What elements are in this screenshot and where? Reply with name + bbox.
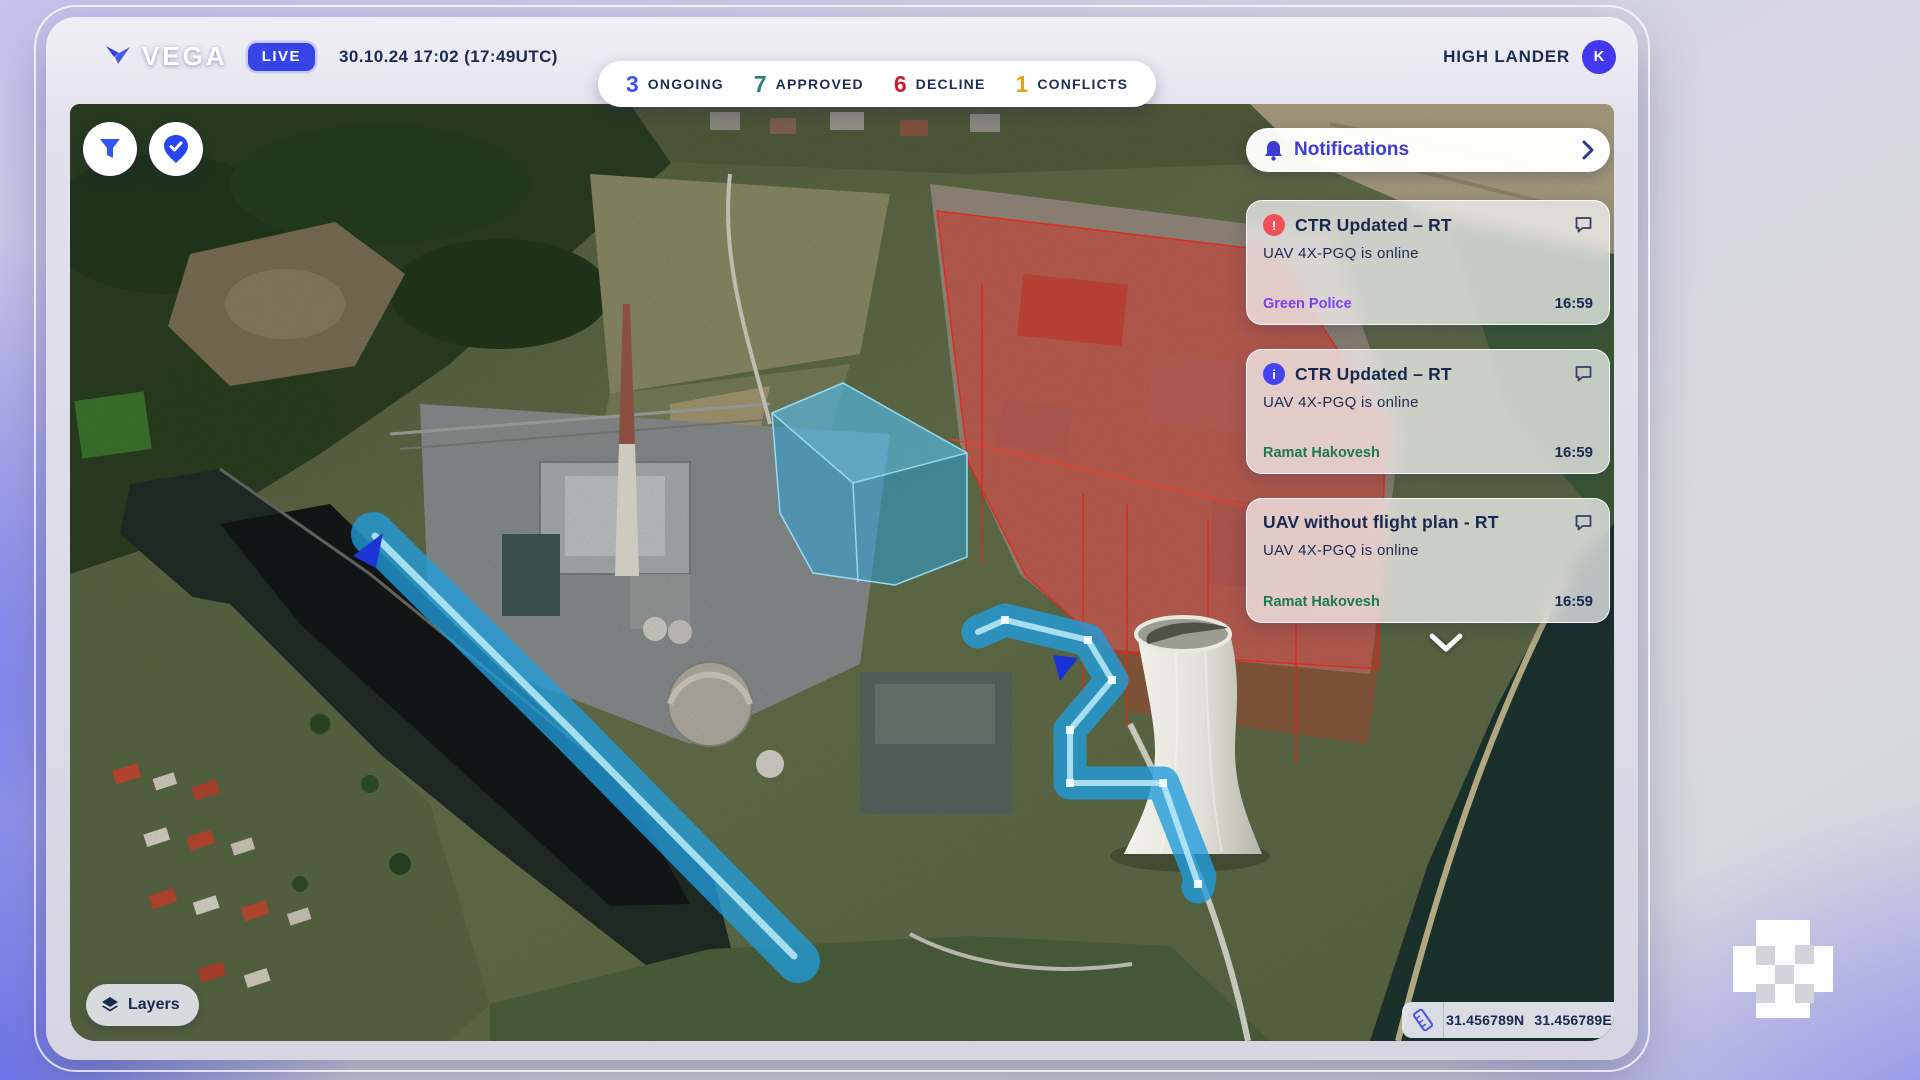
app-window: VEGA LIVE 30.10.24 17:02 (17:49UTC) HIGH… xyxy=(46,17,1638,1060)
notification-time: 16:59 xyxy=(1555,444,1593,461)
notification-title: UAV without flight plan - RT xyxy=(1263,512,1564,533)
notification-title: CTR Updated – RT xyxy=(1295,215,1564,236)
notification-card[interactable]: i CTR Updated – RT UAV 4X-PGQ is online … xyxy=(1246,349,1610,474)
notification-source: Ramat Hakovesh xyxy=(1263,594,1380,610)
vega-logo: VEGA xyxy=(104,41,228,72)
layers-label: Layers xyxy=(128,996,180,1014)
latitude-value: 31.456789N xyxy=(1446,1012,1524,1028)
notification-time: 16:59 xyxy=(1555,295,1593,312)
stat-conflicts[interactable]: 1 CONFLICTS xyxy=(1016,71,1129,98)
funnel-icon xyxy=(97,136,123,162)
layers-button[interactable]: Layers xyxy=(86,984,199,1026)
coordinates-readout: 31.456789N 31.456789E xyxy=(1402,1002,1614,1038)
stat-conflicts-label: CONFLICTS xyxy=(1037,76,1128,92)
stat-decline[interactable]: 6 DECLINE xyxy=(894,71,986,98)
alert-badge-icon: ! xyxy=(1263,214,1285,236)
live-badge: LIVE xyxy=(248,43,315,71)
notification-card[interactable]: ! CTR Updated – RT UAV 4X-PGQ is online … xyxy=(1246,200,1610,325)
stat-approved-count: 7 xyxy=(754,71,767,98)
user-name: HIGH LANDER xyxy=(1443,47,1570,67)
notification-card[interactable]: UAV without flight plan - RT UAV 4X-PGQ … xyxy=(1246,498,1610,623)
vega-bird-icon xyxy=(104,44,132,70)
notification-title: CTR Updated – RT xyxy=(1295,364,1564,385)
chat-icon[interactable] xyxy=(1574,216,1593,234)
notifications-panel: Notifications ! CTR Updated – RT UAV 4X-… xyxy=(1246,128,1610,623)
stat-approved-label: APPROVED xyxy=(776,76,864,92)
chat-icon[interactable] xyxy=(1574,514,1593,532)
stat-approved[interactable]: 7 APPROVED xyxy=(754,71,864,98)
mission-stats-bar: 3 ONGOING 7 APPROVED 6 DECLINE 1 CONFLIC… xyxy=(598,61,1156,107)
chevron-down-icon[interactable] xyxy=(1428,632,1464,654)
info-badge-icon: i xyxy=(1263,363,1285,385)
bell-icon xyxy=(1264,140,1283,161)
ruler-icon xyxy=(1413,1009,1433,1031)
pin-check-icon xyxy=(162,134,190,164)
ruler-button[interactable] xyxy=(1402,1002,1444,1038)
notification-message: UAV 4X-PGQ is online xyxy=(1263,542,1593,559)
map-canvas[interactable]: Notifications ! CTR Updated – RT UAV 4X-… xyxy=(70,104,1614,1041)
notification-message: UAV 4X-PGQ is online xyxy=(1263,394,1593,411)
checkered-logo xyxy=(1733,920,1833,1018)
brand-name: VEGA xyxy=(142,41,228,72)
datetime-label: 30.10.24 17:02 (17:49UTC) xyxy=(339,47,558,67)
notification-time: 16:59 xyxy=(1555,593,1593,610)
verify-location-button[interactable] xyxy=(149,122,203,176)
notification-source: Ramat Hakovesh xyxy=(1263,445,1380,461)
stat-decline-count: 6 xyxy=(894,71,907,98)
chevron-right-icon[interactable] xyxy=(1582,140,1594,160)
longitude-value: 31.456789E xyxy=(1534,1012,1612,1028)
stat-conflicts-count: 1 xyxy=(1016,71,1029,98)
notification-message: UAV 4X-PGQ is online xyxy=(1263,245,1593,262)
stat-ongoing-count: 3 xyxy=(626,71,639,98)
notification-source: Green Police xyxy=(1263,296,1352,312)
notifications-title: Notifications xyxy=(1294,139,1409,161)
chat-icon[interactable] xyxy=(1574,365,1593,383)
notifications-header[interactable]: Notifications xyxy=(1246,128,1610,172)
stat-decline-label: DECLINE xyxy=(916,76,986,92)
filter-button[interactable] xyxy=(83,122,137,176)
user-avatar[interactable]: K xyxy=(1582,40,1616,74)
layers-icon xyxy=(101,996,119,1014)
stat-ongoing[interactable]: 3 ONGOING xyxy=(626,71,724,98)
stat-ongoing-label: ONGOING xyxy=(648,76,724,92)
